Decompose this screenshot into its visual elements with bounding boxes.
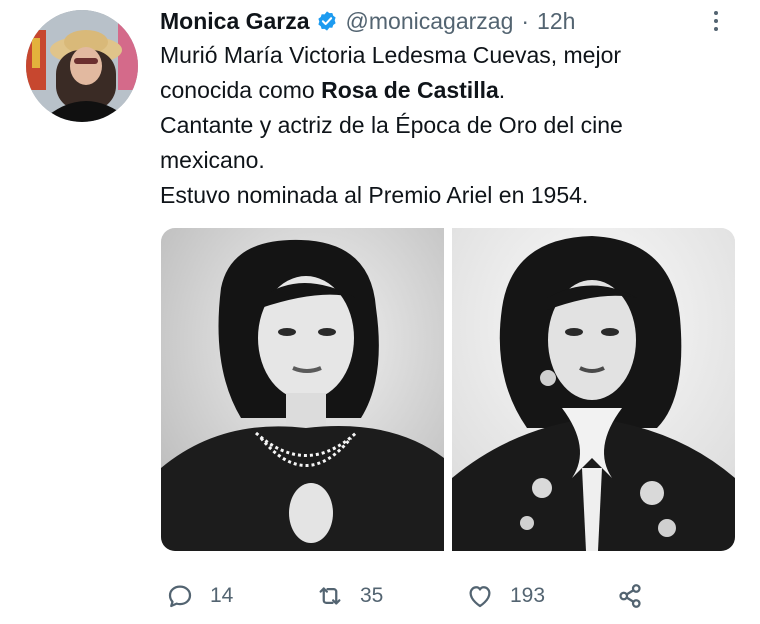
like-count: 193 (510, 584, 546, 607)
reply-button[interactable]: 14 (160, 576, 233, 616)
tweet-header: Monica Garza @monicagarzag · 12h (160, 6, 575, 36)
tweet-text: Murió María Victoria Ledesma Cuevas, mej… (160, 38, 740, 213)
tweet-text-line: Cantante y actriz de la Época de Oro del… (160, 112, 623, 138)
tweet-actions: 14 35 193 (160, 576, 720, 616)
avatar-photo (26, 10, 138, 122)
bold-name: Rosa de Castilla (321, 77, 499, 103)
retweet-count: 35 (360, 584, 384, 607)
tweet-text-line: mexicano. (160, 147, 265, 173)
verified-badge-icon (316, 10, 338, 32)
media-photo-2[interactable] (452, 228, 735, 551)
tweet-timestamp[interactable]: 12h (537, 8, 575, 35)
reply-count: 14 (210, 584, 234, 607)
separator-dot: · (521, 7, 530, 34)
like-button[interactable]: 193 (460, 576, 545, 616)
tweet-text-line: Murió María Victoria Ledesma Cuevas, mej… (160, 42, 622, 68)
share-icon (610, 576, 650, 616)
reply-icon (160, 576, 200, 616)
media-photo-1[interactable] (161, 228, 444, 551)
retweet-icon (310, 576, 350, 616)
author-handle[interactable]: @monicagarzag (346, 8, 514, 35)
tweet-text-line: Estuvo nominada al Premio Ariel en 1954. (160, 182, 589, 208)
tweet-text-line: conocida como Rosa de Castilla. (160, 77, 506, 103)
share-button[interactable] (610, 576, 650, 616)
heart-icon (460, 576, 500, 616)
retweet-button[interactable]: 35 (310, 576, 383, 616)
more-options-icon[interactable] (704, 6, 728, 36)
author-avatar[interactable] (26, 10, 138, 122)
tweet-media (161, 228, 735, 551)
author-name[interactable]: Monica Garza (160, 8, 310, 35)
